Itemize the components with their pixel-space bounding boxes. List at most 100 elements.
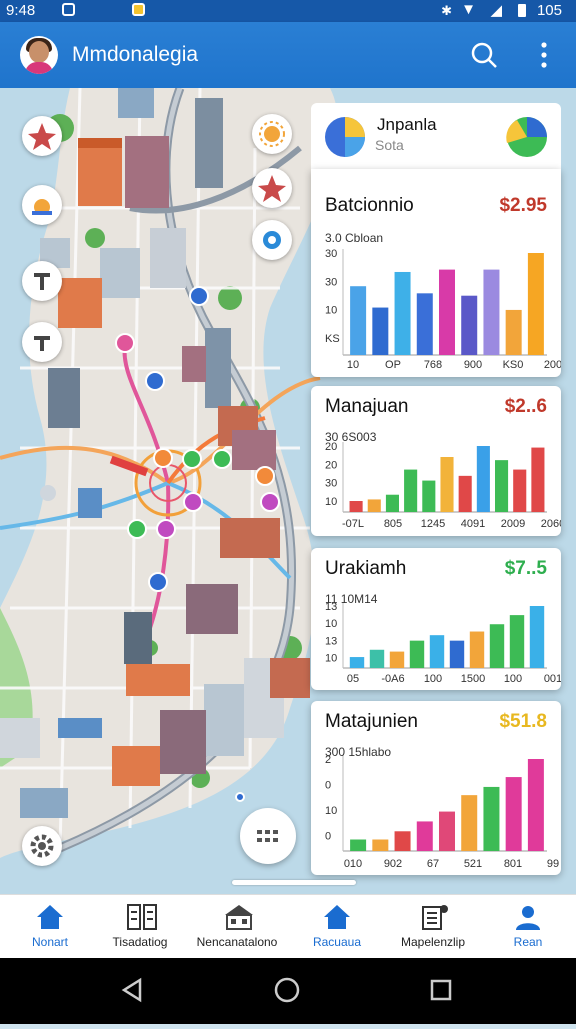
chart-bar[interactable] (429, 635, 445, 668)
pin-icon (34, 273, 50, 290)
chart-bar[interactable] (416, 821, 433, 851)
chart-bar[interactable] (509, 615, 525, 668)
chart-bar[interactable] (449, 640, 465, 668)
chart-bar[interactable] (489, 624, 505, 668)
x-tick-label: 2060 (541, 518, 561, 530)
chart-bar[interactable] (404, 469, 418, 512)
settings-button[interactable] (22, 826, 62, 866)
nav-item-profile[interactable]: Rean (478, 895, 576, 959)
chart-bar[interactable] (372, 307, 389, 355)
chart-bar[interactable] (389, 651, 405, 668)
grid-icon (257, 830, 278, 842)
x-tick-label: 768 (424, 359, 442, 371)
card-title: Manajuan (325, 396, 409, 417)
chart-bar[interactable] (476, 446, 490, 512)
chart-bar[interactable] (439, 269, 455, 355)
chart-bar[interactable] (422, 480, 436, 512)
home-circle-icon[interactable] (274, 977, 300, 1003)
nav-item-list[interactable]: Tisadatiog (90, 895, 190, 959)
chart-bar[interactable] (349, 657, 365, 668)
notification-icon (62, 3, 75, 16)
app-notification-icon (132, 3, 145, 16)
chart-bar[interactable] (440, 457, 454, 512)
battery-level: 105 (536, 2, 562, 19)
card-title: Matajunien (325, 711, 418, 732)
bottom-navigation: Nonart Tisadatiog Nencanatalono Racuaua … (0, 894, 576, 959)
pin-button-2[interactable] (22, 322, 62, 362)
chart-bar[interactable] (529, 606, 545, 668)
chart-bar[interactable] (350, 839, 367, 852)
chart-bar[interactable] (349, 501, 363, 512)
y-tick-label: 30 (325, 276, 337, 288)
chart-bar[interactable] (527, 253, 544, 355)
chart-bar[interactable] (461, 795, 478, 851)
x-tick-label: 67 (427, 858, 439, 870)
chart-bar[interactable] (439, 811, 455, 851)
back-icon[interactable] (121, 977, 142, 1003)
y-tick-label: 10 (325, 496, 337, 508)
x-tick-label: -0A6 (381, 673, 404, 685)
avatar[interactable] (20, 36, 58, 74)
chart-bar[interactable] (461, 295, 478, 355)
chart-bar[interactable] (409, 640, 425, 668)
chart-card-3[interactable]: 13 10 13 10 05 -0A6 100 1500 100 001 Urakiamh $7.… (311, 548, 561, 690)
layers-icon (263, 231, 281, 249)
more-options-button[interactable] (524, 35, 564, 75)
sunset-icon (32, 199, 52, 215)
weather-button[interactable] (252, 114, 292, 154)
x-tick-label: 10 (347, 359, 359, 371)
attraction-button[interactable] (22, 116, 62, 156)
card-price: $2..6 (504, 396, 547, 417)
card-subtitle: 3.0 Cbloan (325, 231, 384, 245)
chart-card-1[interactable]: 30 30 10 KS 10 OP 768 900 KS0 200 Batcionnio $2.9… (311, 169, 561, 377)
chart-bar[interactable] (458, 475, 472, 512)
chart-bar[interactable] (372, 839, 389, 852)
chart-bar[interactable] (385, 494, 399, 512)
chart-card-2[interactable]: 20203010-07L8051245409120092060 Manajuan… (311, 386, 561, 536)
chart-bar[interactable] (416, 293, 433, 355)
x-tick-label: 100 (504, 673, 522, 685)
nav-label: Mapelenzlip (400, 935, 466, 949)
chart-bar[interactable] (350, 286, 367, 355)
chart-bar[interactable] (483, 786, 500, 851)
sunset-button[interactable] (22, 185, 62, 225)
chart-card-4[interactable]: 2 0 10 0 010 902 67 521 801 99 Matajunien $51.8 3… (311, 701, 561, 875)
favorites-button[interactable] (252, 168, 292, 208)
chart-bar[interactable] (531, 447, 545, 512)
chart-bar[interactable] (505, 309, 522, 355)
x-tick-label: 1245 (421, 518, 445, 530)
x-tick-label: 902 (384, 858, 402, 870)
pin-button[interactable] (22, 261, 62, 301)
chart-bar[interactable] (367, 499, 381, 512)
chart-bar[interactable] (394, 271, 411, 355)
card-price: $2.95 (499, 195, 547, 216)
nav-label: Nencanatalono (196, 935, 278, 949)
chart-bar[interactable] (469, 631, 485, 668)
chart-bar[interactable] (394, 831, 411, 851)
app-title: Mmdonalegia (72, 43, 199, 66)
home-icon (324, 905, 350, 929)
system-navigation-bar (0, 958, 576, 1024)
chart-bar[interactable] (505, 777, 522, 851)
nav-item-home-2[interactable]: Racuaua (287, 895, 387, 959)
layers-button[interactable] (252, 220, 292, 260)
nav-item-report[interactable]: Mapelenzlip (383, 895, 483, 959)
grid-menu-button[interactable] (240, 808, 296, 864)
recents-icon[interactable] (430, 979, 452, 1001)
x-tick-label: 2009 (501, 518, 525, 530)
chart-bar[interactable] (483, 269, 500, 355)
card-subtitle: 30 6S003 (325, 430, 377, 444)
chart-bar[interactable] (495, 460, 509, 512)
chart-bar[interactable] (527, 759, 544, 851)
gear-icon (30, 834, 54, 858)
legend-card[interactable]: Jnpanla Sota (311, 103, 561, 169)
nav-item-store[interactable]: Nencanatalono (187, 895, 287, 959)
nav-item-home[interactable]: Nonart (0, 895, 100, 959)
pie-chart-icon (325, 117, 365, 157)
pin-icon (34, 336, 50, 351)
search-button[interactable] (464, 35, 504, 75)
chart-bar[interactable] (513, 469, 527, 512)
chart-bar[interactable] (369, 649, 385, 668)
drag-handle[interactable] (232, 880, 356, 885)
x-tick-label: 001 (544, 673, 561, 685)
